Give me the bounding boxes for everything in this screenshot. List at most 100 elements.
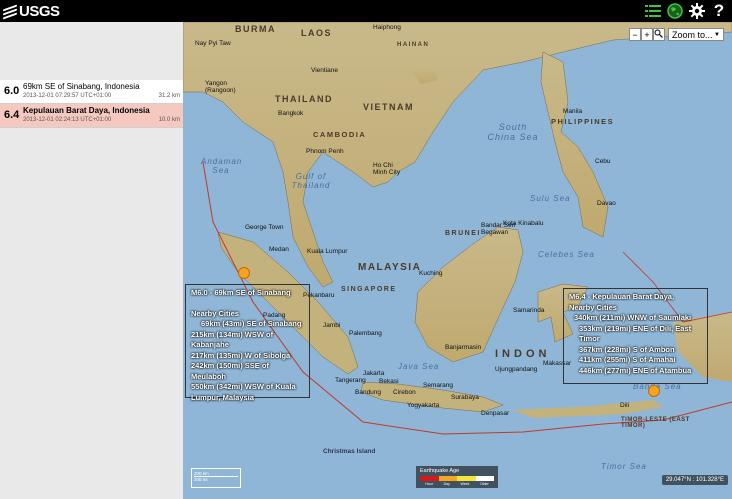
city-label: Cirebon bbox=[393, 389, 416, 396]
popup-subtitle: Nearby Cities bbox=[191, 308, 239, 318]
chevron-down-icon: ▼ bbox=[714, 31, 720, 38]
magnitude: 6.0 bbox=[4, 85, 20, 97]
label-sea: Java Sea bbox=[398, 362, 440, 371]
zoom-out-button[interactable]: − bbox=[629, 28, 641, 41]
city-label: Yangon (Rangoon) bbox=[205, 80, 236, 94]
label-sea: Sulu Sea bbox=[530, 194, 571, 203]
popup-title: M6.4 - Kepulauan Barat Daya, bbox=[569, 292, 675, 301]
label-country: PHILIPPINES bbox=[551, 117, 615, 126]
usgs-wave-icon bbox=[3, 4, 17, 20]
legend-swatch bbox=[475, 476, 494, 481]
popup-subtitle: Nearby Cities bbox=[569, 302, 617, 312]
label-country: BRUNEI bbox=[445, 230, 481, 237]
coordinate-readout: 29.047°N : 101.328°E bbox=[661, 475, 728, 485]
zoom-in-button[interactable]: + bbox=[641, 28, 653, 41]
legend-caption: Week bbox=[460, 482, 470, 486]
popup-line: 215km (134mi) WSW of Kabanjahe bbox=[191, 329, 274, 350]
event-popup[interactable]: M6.0 - 69km SE of Sinabang Nearby Cities… bbox=[185, 284, 310, 402]
city-label: Bangkok bbox=[278, 110, 304, 117]
zoom-out-label: − bbox=[632, 29, 638, 40]
app-window: USGS ? 6.0 69km SE of Sinabang, Indonesi… bbox=[0, 0, 732, 499]
label-sea: Timor Sea bbox=[601, 462, 647, 471]
city-label: Cebu bbox=[595, 158, 611, 165]
legend-swatch bbox=[438, 476, 457, 481]
city-label: Semarang bbox=[423, 382, 453, 389]
label-country: INDON bbox=[495, 348, 551, 360]
zoom-in-label: + bbox=[644, 29, 650, 40]
label-sea: Celebes Sea bbox=[538, 250, 595, 259]
label-country: MALAYSIA bbox=[358, 262, 422, 273]
city-label: Jakarta bbox=[363, 370, 385, 377]
label-country: THAILAND bbox=[275, 94, 333, 104]
city-label: Nay Pyi Taw bbox=[195, 40, 231, 47]
legend-caption: Day bbox=[443, 482, 450, 486]
city-label: Tangerang bbox=[335, 377, 366, 384]
city-label: Palembang bbox=[349, 330, 382, 337]
earthquake-list: 6.0 69km SE of Sinabang, Indonesia 2013-… bbox=[0, 22, 183, 499]
help-label: ? bbox=[713, 1, 725, 20]
city-label: Banjarmasin bbox=[445, 344, 482, 351]
age-legend: Earthquake Age Hour Day Week Older bbox=[416, 466, 498, 488]
label-sea: Andaman Sea bbox=[201, 157, 243, 175]
city-label: Kuching bbox=[419, 270, 443, 277]
city-label: Kuala Lumpur bbox=[307, 248, 348, 255]
city-label: George Town bbox=[245, 224, 284, 231]
label-country: VIETNAM bbox=[363, 102, 414, 112]
time: 2013-12-01 02:24:13 UTC+01:00 bbox=[23, 117, 112, 123]
legend-swatch bbox=[457, 476, 476, 481]
legend-swatch bbox=[420, 476, 439, 481]
event-popup[interactable]: M6.4 - Kepulauan Barat Daya, Nearby Citi… bbox=[563, 288, 708, 384]
legend-title: Earthquake Age bbox=[420, 468, 460, 474]
popup-line: 353km (219mi) ENE of Dili, East Timor bbox=[579, 323, 692, 344]
city-label: Surabaya bbox=[451, 394, 479, 401]
map-view[interactable]: BURMA LAOS THAILAND VIETNAM CAMBODIA MAL… bbox=[183, 22, 732, 499]
depth: 31.2 km bbox=[158, 93, 180, 99]
earthquake-marker[interactable] bbox=[238, 267, 250, 279]
legend-caption: Older bbox=[480, 482, 489, 486]
place: 69km SE of Sinabang, Indonesia bbox=[23, 82, 140, 91]
magnitude: 6.4 bbox=[4, 109, 20, 121]
city-label: Vientiane bbox=[311, 67, 338, 74]
earthquake-marker[interactable] bbox=[648, 385, 660, 397]
label-country: CAMBODIA bbox=[313, 130, 367, 139]
popup-line: 69km (43mi) SE of Sinabang bbox=[201, 319, 302, 328]
help-icon[interactable]: ? bbox=[709, 1, 729, 21]
city-label: Ujungpandang bbox=[495, 366, 538, 373]
popup-line: 550km (342mi) WSW of Kuala bbox=[191, 382, 296, 391]
popup-title: M6.0 - 69km SE of Sinabang bbox=[191, 288, 291, 297]
popup-line: 446km (277mi) ENE of Atambua bbox=[579, 365, 692, 375]
logo-text: USGS bbox=[19, 2, 60, 20]
city-label: Haiphong bbox=[373, 24, 401, 31]
label-country: HAINAN bbox=[397, 42, 430, 48]
city-label: Ho Chi Minh City bbox=[373, 162, 401, 176]
popup-line: 217km (135mi) W of Sibolga bbox=[191, 350, 291, 360]
city-label: Denpasar bbox=[481, 410, 510, 417]
city-label: Medan bbox=[269, 246, 289, 253]
city-label: Dili bbox=[620, 402, 630, 409]
globe-icon[interactable] bbox=[665, 1, 685, 21]
city-label: Davao bbox=[597, 200, 616, 207]
legend-caption: Hour bbox=[425, 482, 433, 486]
zoom-to-select[interactable]: Zoom to... ▼ bbox=[668, 28, 724, 41]
scale-bar: 200 km 200 mi bbox=[191, 468, 241, 488]
popup-line: 242km (150mi) SSE of Meulaboh bbox=[191, 361, 269, 381]
place: Kepulauan Barat Daya, Indonesia bbox=[23, 106, 150, 115]
label-country: BURMA bbox=[235, 24, 276, 34]
city-label: Bandung bbox=[355, 389, 382, 396]
city-label: Samarinda bbox=[513, 307, 545, 314]
top-bar: USGS ? bbox=[0, 0, 732, 22]
usgs-logo[interactable]: USGS bbox=[3, 2, 60, 20]
city-label: Kota Kinabalu bbox=[503, 220, 544, 227]
zoom-magnifier-icon[interactable] bbox=[653, 28, 665, 41]
city-label: Bekasi bbox=[379, 378, 399, 385]
label-country: LAOS bbox=[301, 28, 333, 38]
city-label: Christmas Island bbox=[323, 448, 376, 455]
list-icon[interactable] bbox=[643, 1, 663, 21]
gear-icon[interactable] bbox=[687, 1, 707, 21]
city-label: Phnom Penh bbox=[306, 148, 344, 155]
zoom-to-label: Zoom to... bbox=[672, 29, 713, 40]
label-sea: Gulf of Thailand bbox=[291, 172, 331, 190]
list-item[interactable]: 6.4 Kepulauan Barat Daya, Indonesia 2013… bbox=[0, 104, 183, 128]
list-item[interactable]: 6.0 69km SE of Sinabang, Indonesia 2013-… bbox=[0, 80, 183, 104]
scale-mi: 200 mi bbox=[194, 477, 208, 482]
